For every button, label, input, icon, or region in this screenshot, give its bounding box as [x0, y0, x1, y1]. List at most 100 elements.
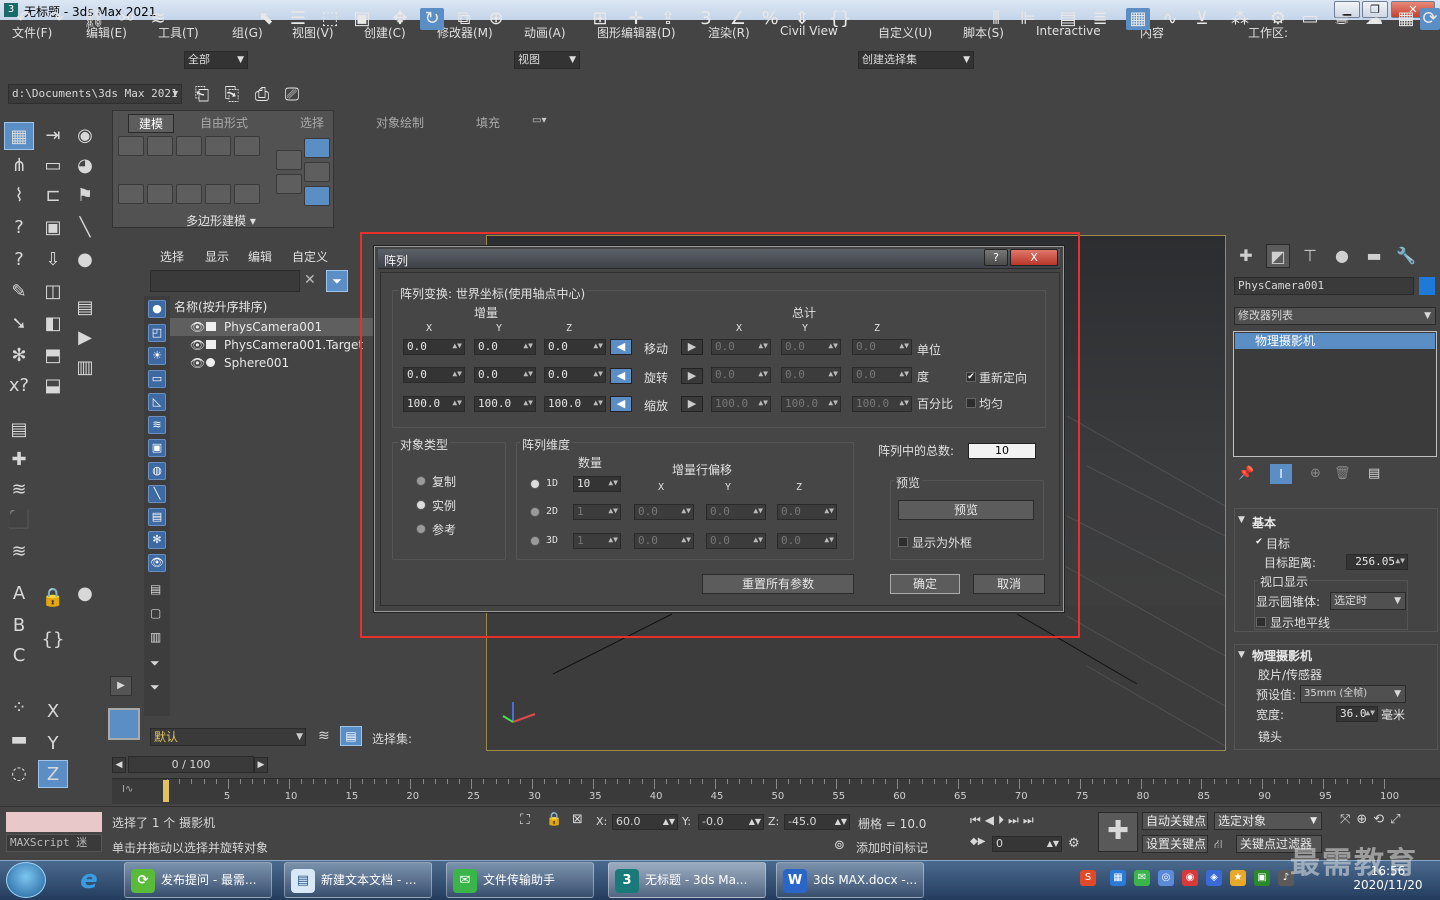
tray-sogou-icon[interactable]: S — [1080, 870, 1096, 886]
eye-icon[interactable]: 👁 — [190, 354, 205, 372]
time-config-icon[interactable]: ⚙ — [1068, 836, 1080, 851]
table-row[interactable]: 👁 PhysCamera001 — [170, 318, 374, 336]
explorer-tab-edit[interactable]: 编辑 — [248, 248, 272, 265]
arrow-strip-icon[interactable]: ➘ — [4, 310, 34, 338]
reference-coordinate-select[interactable]: 视图 ▼ — [514, 51, 580, 69]
project-structure-icon[interactable]: ⎚ — [280, 84, 304, 106]
toggle-layer-explorer-icon[interactable]: ≣ — [1088, 8, 1112, 30]
rollout-collapse-icon[interactable]: ▼ — [1238, 515, 1245, 525]
menu-customize[interactable]: 自定义(U) — [878, 24, 932, 41]
ribbon-element-button[interactable] — [234, 136, 260, 156]
helper-strip-icon[interactable]: ⚑ — [70, 182, 100, 210]
stack2-strip-icon[interactable]: ≋ — [4, 538, 34, 566]
tab-object-paint[interactable]: 对象绘制 — [376, 114, 424, 131]
ribbon-tool-4-button[interactable] — [205, 184, 231, 204]
filter-strip-icon[interactable]: ◧ — [38, 310, 68, 338]
curve-editor-icon[interactable]: ∿ — [1158, 8, 1182, 30]
remove-modifier-icon[interactable]: 🗑 — [1334, 466, 1351, 481]
set-key-big-icon[interactable]: ✚ — [1098, 812, 1138, 852]
doc-strip-icon[interactable]: ▤ — [4, 416, 34, 444]
render-setup-icon[interactable]: ⚙ — [1266, 8, 1290, 30]
ribbon-edge-button[interactable] — [147, 136, 173, 156]
playback-controls[interactable]: ⏮◀⏵⏭⏭ — [970, 813, 1038, 828]
redo-icon[interactable]: ↷ — [44, 8, 68, 30]
ribbon-options-icon[interactable]: ▭▾ — [532, 115, 546, 126]
tray-weibo-icon[interactable]: ◉ — [1182, 870, 1198, 886]
help-strip-icon[interactable]: ? — [4, 214, 34, 242]
text-b-strip-icon[interactable]: B — [4, 612, 34, 640]
display-frozen-icon[interactable]: ✻ — [148, 531, 166, 549]
modifier-stack-item[interactable]: 物理摄影机 — [1235, 333, 1435, 349]
table-row[interactable]: 👁 Sphere001 — [170, 354, 374, 372]
toggle-scene-explorer-icon[interactable]: ▤ — [1056, 8, 1080, 30]
text-c-strip-icon[interactable]: C — [4, 642, 34, 670]
ribbon-tool-3-button[interactable] — [176, 184, 202, 204]
ribbon-tool-1-button[interactable] — [118, 184, 144, 204]
explorer-tab-display[interactable]: 显示 — [205, 248, 229, 265]
table-row[interactable]: 👁 PhysCamera001.Target — [170, 336, 374, 354]
selected-object-select[interactable]: 选定对象 ▼ — [1214, 812, 1322, 830]
save-strip-icon[interactable]: ⬓ — [38, 372, 68, 400]
target-checkbox[interactable]: ✔ — [1254, 538, 1264, 548]
circle-strip-icon[interactable]: ● — [70, 580, 100, 608]
tab-selection[interactable]: 选择 — [300, 114, 324, 131]
ribbon-tool-6-button[interactable] — [276, 150, 302, 170]
display-helpers-icon[interactable]: ◺ — [148, 393, 166, 411]
angle-snap-icon[interactable]: ∠ — [726, 8, 750, 30]
display-groups-icon[interactable]: ▣ — [148, 439, 166, 457]
funnel-icon[interactable]: ⏷ — [150, 656, 160, 671]
render-cloud-icon[interactable]: ☁ — [1362, 8, 1386, 30]
display-none-icon[interactable]: ▢ — [150, 606, 161, 620]
project-folder-icon[interactable]: ⎗ — [190, 84, 214, 106]
layers-strip-icon[interactable]: ≋ — [4, 476, 34, 504]
rotate-icon[interactable]: ↻ — [420, 8, 444, 30]
tray-wechat-icon[interactable]: ✉ — [1134, 870, 1150, 886]
place-icon[interactable]: ⊕ — [484, 8, 508, 30]
hierarchy-panel-icon[interactable]: ⊤ — [1298, 244, 1322, 268]
selection-lock-icon[interactable]: 🔒 — [546, 812, 562, 827]
tab-modeling[interactable]: 建模 — [128, 114, 175, 133]
display-containers-icon[interactable]: ▤ — [148, 508, 166, 526]
move-icon[interactable]: ✥ — [388, 8, 412, 30]
expand-panel-icon[interactable]: ▶ — [110, 676, 132, 696]
current-frame-field[interactable]: 0 ▲▼ — [992, 836, 1062, 852]
undo-icon[interactable]: ↶ — [12, 8, 36, 30]
box-strip-icon[interactable]: ⬒ — [38, 342, 68, 370]
axis-z-icon[interactable]: Z — [38, 760, 68, 788]
sync-icon[interactable]: ⟳ — [1420, 8, 1440, 30]
time-slider[interactable]: 0 / 100 — [128, 756, 254, 773]
select-object-icon[interactable]: ⬉ — [254, 8, 278, 30]
explorer-column-header[interactable]: 名称(按升序排序) — [174, 298, 267, 315]
absolute-mode-icon[interactable]: ⊠ — [572, 812, 583, 827]
taskbar-item-notepad[interactable]: ▤ 新建文本文档 - ... — [284, 862, 432, 898]
bind-space-warp-icon[interactable]: ≋ — [146, 8, 170, 30]
show-horizon-checkbox[interactable] — [1256, 617, 1266, 627]
modify-panel-icon[interactable]: ◩ — [1266, 244, 1290, 268]
ribbon-tool-5-button[interactable] — [234, 184, 260, 204]
film-strip-icon[interactable]: ▥ — [70, 354, 100, 382]
spinner-icon[interactable]: ▲▼ — [1395, 554, 1405, 568]
mirror-icon[interactable]: ⫴ — [984, 8, 1008, 30]
display-spacewarps-icon[interactable]: ≋ — [148, 416, 166, 434]
preset-select[interactable]: 35mm (全帧) ▼ — [1300, 685, 1406, 703]
path-strip-icon[interactable]: ⋔ — [4, 152, 34, 180]
hierarchy-icon[interactable]: ▤ — [340, 726, 362, 746]
taskbar-item-browser[interactable]: ⟳ 发布提问 - 最需... — [124, 862, 272, 898]
link-icon[interactable]: ⛓ — [82, 8, 106, 30]
ribbon-polygon-button[interactable] — [205, 136, 231, 156]
play-strip-icon[interactable]: ▶ — [70, 324, 100, 352]
taskbar-item-3dsmax[interactable]: 3 无标题 - 3ds Ma... — [608, 862, 766, 898]
scale-icon[interactable]: ⧉ — [452, 8, 476, 30]
time-tag-icon[interactable]: ⊚ — [834, 838, 845, 853]
key-filters-icon[interactable]: ⛙ — [1214, 837, 1222, 853]
modifier-list-select[interactable]: 修改器列表 ▼ — [1234, 307, 1436, 325]
display-invert-icon[interactable]: ▥ — [150, 630, 161, 644]
snowflake-strip-icon[interactable]: ✻ — [4, 342, 34, 370]
text-a-strip-icon[interactable]: A — [4, 580, 34, 608]
spinner-icon[interactable]: ▲▼ — [1047, 837, 1059, 851]
explorer-tab-select[interactable]: 选择 — [160, 248, 184, 265]
tray-star-icon[interactable]: ★ — [1230, 870, 1246, 886]
object-color-swatch[interactable] — [1419, 277, 1435, 295]
xform-strip-icon[interactable]: x? — [4, 372, 34, 400]
x-coordinate-field[interactable]: 60.0 ▲▼ — [612, 814, 678, 830]
